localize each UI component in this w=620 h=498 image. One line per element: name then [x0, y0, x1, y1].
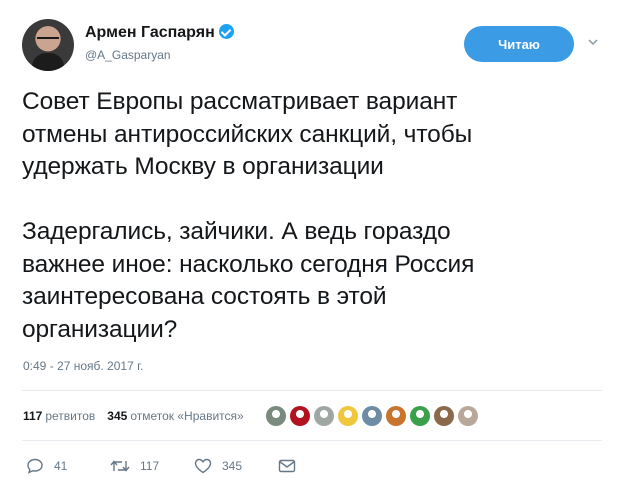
retweets-count: 117: [23, 409, 43, 423]
author-handle[interactable]: @A_Gasparyan: [85, 48, 171, 62]
liker-avatar[interactable]: [385, 406, 406, 426]
divider-bottom: [22, 440, 602, 441]
chevron-down-icon[interactable]: [588, 37, 598, 47]
author-name[interactable]: Армен Гаспарян: [85, 24, 234, 42]
message-action[interactable]: [278, 459, 362, 473]
author-name-text[interactable]: Армен Гаспарян: [85, 24, 215, 41]
verified-badge-icon: [218, 24, 234, 39]
envelope-icon: [278, 459, 296, 473]
author-avatar[interactable]: [22, 19, 74, 71]
like-action[interactable]: 345: [194, 458, 278, 474]
reply-count: 41: [54, 459, 68, 473]
tweet-timestamp[interactable]: 0:49 - 27 нояб. 2017 г.: [23, 359, 143, 373]
avatar-glasses: [37, 37, 59, 41]
likes-stat[interactable]: 345 отметок «Нравится»: [107, 409, 243, 423]
tweet-text: Совет Европы рассматривает вариант отмен…: [22, 88, 475, 343]
divider-top: [22, 390, 602, 391]
liker-avatar[interactable]: [337, 406, 358, 426]
tweet-header: Армен Гаспарян @A_Gasparyan Читаю: [22, 19, 602, 75]
liker-avatar[interactable]: [289, 406, 310, 426]
liker-avatar[interactable]: [433, 406, 454, 426]
retweet-action[interactable]: 117: [110, 458, 194, 474]
reply-action[interactable]: 41: [26, 458, 110, 474]
retweets-stat[interactable]: 117 ретвитов: [23, 409, 95, 423]
reply-icon: [27, 458, 43, 474]
liker-avatar[interactable]: [265, 406, 286, 426]
retweet-icon: [110, 460, 130, 472]
liker-avatars: [265, 406, 482, 426]
following-button[interactable]: Читаю: [464, 26, 574, 62]
tweet-actions: 41 117 345: [26, 455, 362, 477]
likes-label: отметок «Нравится»: [130, 409, 244, 423]
retweets-label: ретвитов: [45, 409, 96, 423]
liker-avatar[interactable]: [409, 406, 430, 426]
liker-avatar[interactable]: [313, 406, 334, 426]
likes-count: 345: [107, 409, 128, 423]
heart-icon: [194, 458, 212, 474]
tweet-stats: 117 ретвитов 345 отметок «Нравится»: [23, 400, 603, 432]
retweet-count: 117: [140, 459, 160, 473]
liker-avatar[interactable]: [361, 406, 382, 426]
liker-avatar[interactable]: [457, 406, 478, 426]
like-count: 345: [222, 459, 243, 473]
